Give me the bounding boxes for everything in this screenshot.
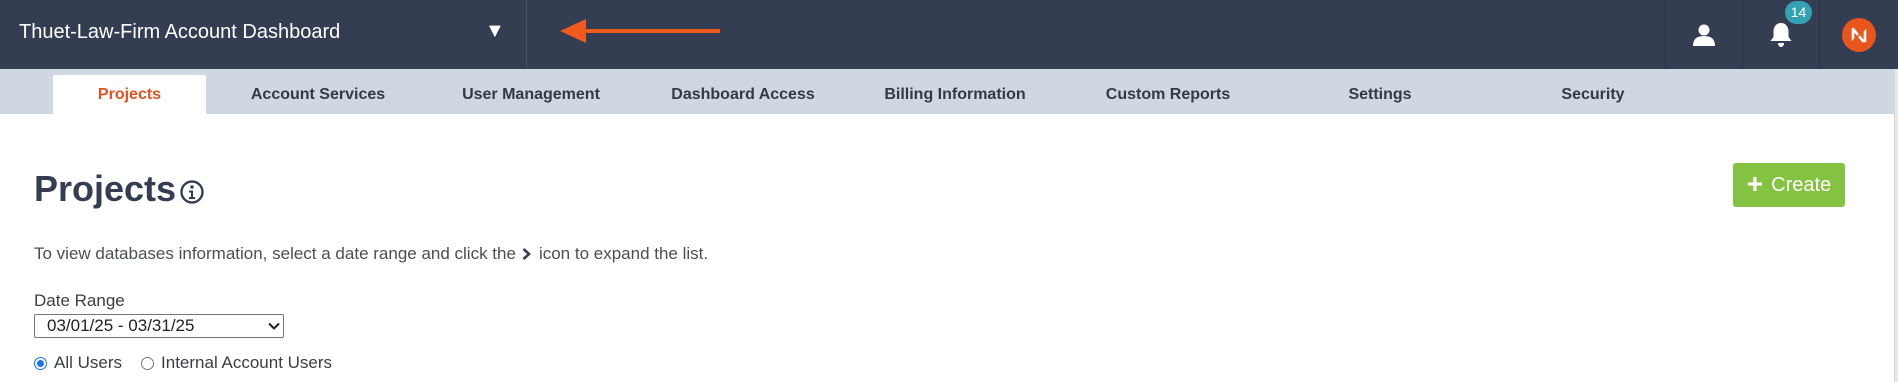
tab-account-services[interactable]: Account Services xyxy=(243,75,393,114)
account-switcher[interactable]: Thuet-Law-Firm Account Dashboard ▼ xyxy=(0,0,527,69)
tab-bar: Projects Account Services User Managemen… xyxy=(0,69,1898,114)
annotation-arrow-icon xyxy=(560,19,720,43)
tab-custom-reports[interactable]: Custom Reports xyxy=(1095,75,1241,114)
plus-icon: + xyxy=(1746,167,1764,199)
tab-security[interactable]: Security xyxy=(1533,75,1653,114)
instructions-after: icon to expand the list. xyxy=(538,244,709,263)
radio-all-users-control[interactable] xyxy=(34,356,47,370)
radio-internal-users-control[interactable] xyxy=(141,356,155,370)
page-scrollbar[interactable] xyxy=(1894,69,1898,382)
chevron-down-icon xyxy=(265,322,283,330)
create-button[interactable]: + Create xyxy=(1733,163,1845,207)
chevron-right-icon xyxy=(522,248,531,260)
notifications-button[interactable]: 14 xyxy=(1742,0,1819,69)
page-title: Projects xyxy=(34,168,177,209)
tab-billing-information[interactable]: Billing Information xyxy=(876,75,1034,114)
info-icon[interactable] xyxy=(180,180,204,204)
user-filter-radios: All Users Internal Account Users xyxy=(34,353,351,373)
brand-button[interactable] xyxy=(1819,0,1898,69)
tab-dashboard-access[interactable]: Dashboard Access xyxy=(667,75,819,114)
brand-logo-icon xyxy=(1842,17,1876,52)
tab-settings[interactable]: Settings xyxy=(1320,75,1440,114)
instructions-before: To view databases information, select a … xyxy=(34,244,516,263)
create-button-label: Create xyxy=(1771,173,1832,196)
account-title: Thuet-Law-Firm Account Dashboard xyxy=(19,21,341,43)
date-range-value: 03/01/25 - 03/31/25 xyxy=(47,316,195,335)
tab-projects[interactable]: Projects xyxy=(53,75,206,114)
date-range-label: Date Range xyxy=(34,291,125,310)
radio-all-users-label: All Users xyxy=(54,353,123,372)
user-icon xyxy=(1693,24,1715,46)
bell-icon xyxy=(1770,22,1792,47)
top-bar: Thuet-Law-Firm Account Dashboard ▼ 14 xyxy=(0,0,1898,69)
user-button[interactable] xyxy=(1665,0,1742,69)
notification-count-badge: 14 xyxy=(1785,1,1812,24)
radio-internal-users-label: Internal Account Users xyxy=(161,353,333,372)
tab-user-management[interactable]: User Management xyxy=(455,75,607,114)
instructions-text: To view databases information, select a … xyxy=(34,244,708,264)
dropdown-caret-icon[interactable]: ▼ xyxy=(485,20,505,43)
radio-all-users[interactable]: All Users xyxy=(34,353,122,373)
radio-internal-users[interactable]: Internal Account Users xyxy=(141,353,332,373)
date-range-select[interactable]: 03/01/25 - 03/31/25 xyxy=(34,314,284,338)
